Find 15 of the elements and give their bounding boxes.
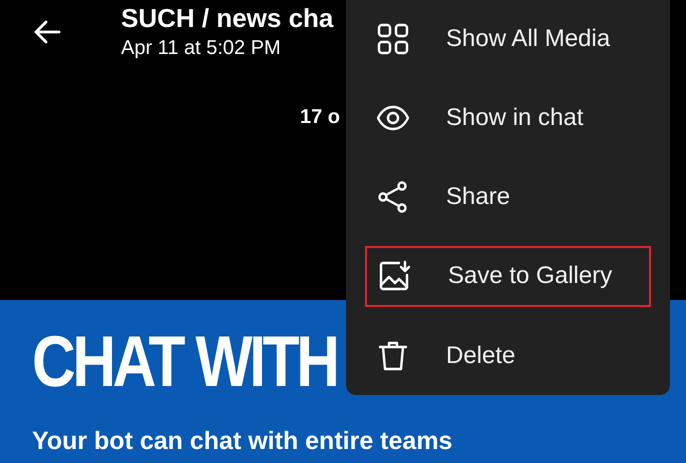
menu-item[interactable]: Show in chat: [346, 78, 670, 158]
timestamp: Apr 11 at 5:02 PM: [121, 36, 282, 61]
media-counter: 17 o: [300, 105, 340, 130]
trash-icon: [377, 340, 409, 372]
grid-icon: [377, 23, 409, 56]
back-icon[interactable]: [33, 20, 61, 44]
menu-item[interactable]: Share: [346, 158, 670, 237]
menu-item[interactable]: Save to Gallery: [365, 246, 651, 308]
gallery-download-icon: [379, 260, 411, 292]
banner-tagline: Your bot can chat with entire teams: [32, 426, 452, 456]
share-icon: [377, 181, 409, 214]
menu-item[interactable]: Delete: [346, 316, 670, 395]
chat-title: SUCH / news cha: [121, 2, 334, 34]
banner-headline: CHAT WITH: [32, 322, 337, 402]
menu-item[interactable]: Show All Media: [346, 0, 670, 79]
